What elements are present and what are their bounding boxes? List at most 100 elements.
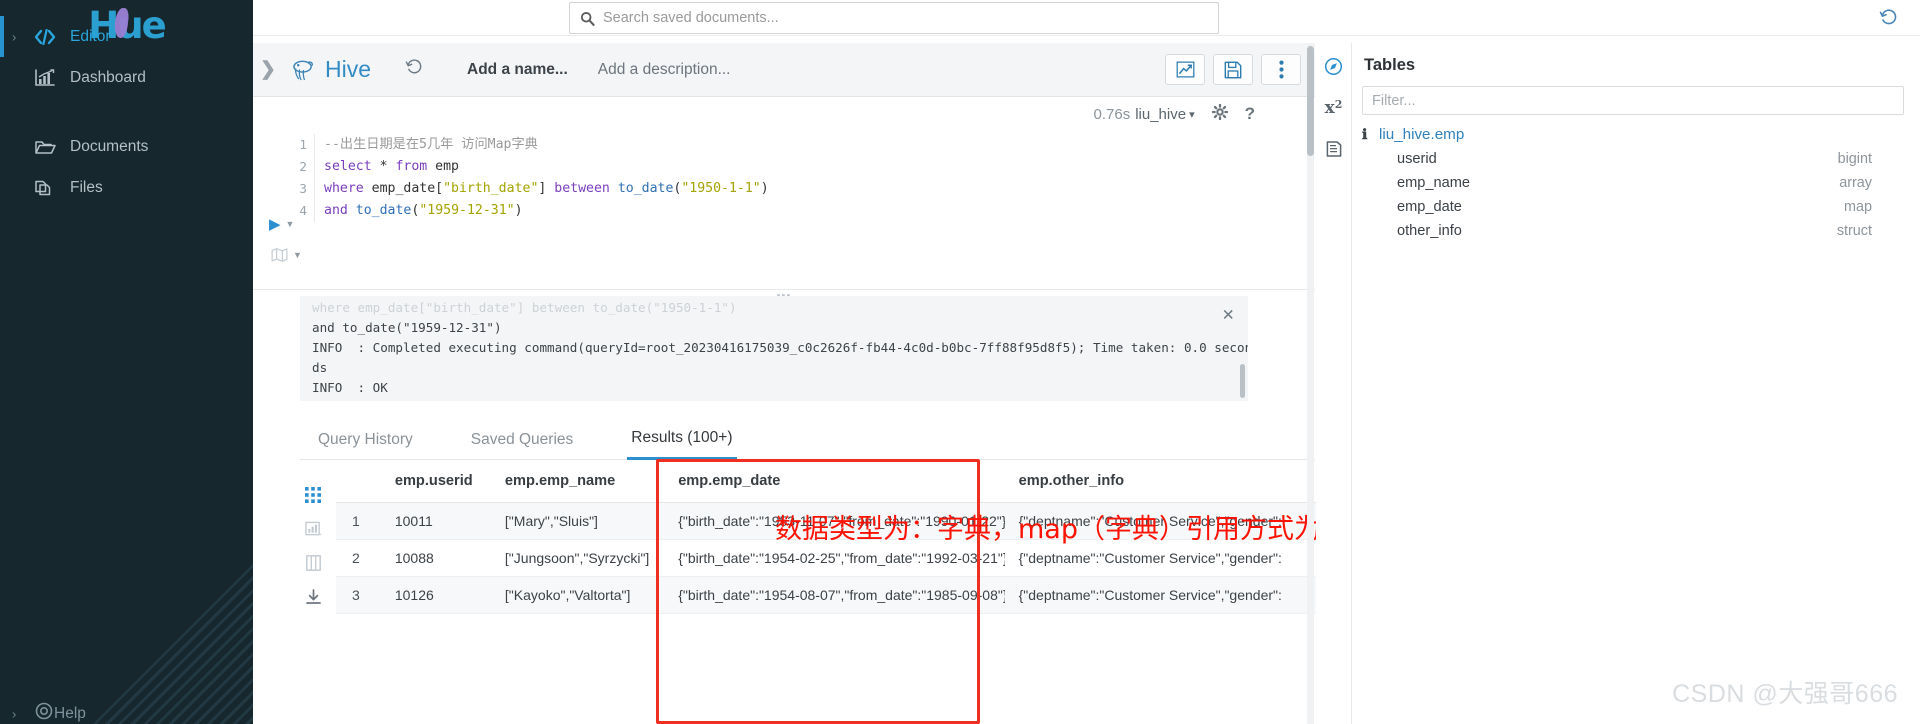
sidebar-item-label: Documents: [70, 137, 149, 155]
cell-n: 3: [336, 576, 381, 614]
sql-line[interactable]: 3 where emp_date["birth_date"] between to…: [293, 178, 1293, 200]
collapse-sidebar-icon[interactable]: ❯: [255, 58, 281, 81]
assist-panel: Tables ℹ liu_hive.emp userid bigint emp_na…: [1352, 43, 1920, 724]
sql-line[interactable]: 1 --出生日期是在5几年 访问Map字典: [293, 134, 1293, 156]
log-line: and to_date("1959-12-31"): [312, 320, 502, 335]
assist-column-type: map: [1844, 199, 1872, 215]
functions-icon[interactable]: x2: [1325, 98, 1343, 118]
editor-header: ❯ Hive Add a name... Add a description..…: [253, 43, 1315, 97]
gear-icon[interactable]: [1211, 103, 1228, 125]
sidebar-item-label: Dashboard: [70, 68, 146, 86]
column-header-emp-emp_name[interactable]: emp.emp_name: [490, 460, 665, 503]
more-options-button[interactable]: [1261, 54, 1301, 85]
line-number: 3: [293, 178, 315, 200]
chevron-right-icon: ›: [12, 706, 17, 721]
sql-line-text: and to_date("1959-12-31"): [324, 203, 523, 218]
database-selector[interactable]: liu_hive: [1135, 106, 1186, 123]
sql-line[interactable]: 4 and to_date("1959-12-31"): [293, 200, 1293, 222]
sidebar: Hue › Editor Dashboard Documents: [0, 0, 253, 724]
log-line: ds: [312, 360, 328, 375]
assist-rail: x2: [1316, 43, 1352, 724]
assist-column-name: emp_name: [1397, 175, 1471, 191]
assist-table-entry[interactable]: ℹ liu_hive.emp: [1362, 126, 1904, 143]
assist-column-list: userid bigint emp_name array emp_date map othe…: [1362, 151, 1904, 239]
line-number: 2: [293, 156, 315, 178]
query-description-input[interactable]: Add a description...: [598, 61, 731, 79]
execute-query-button[interactable]: ▶ ▼: [269, 215, 294, 233]
chart-view-icon[interactable]: [304, 521, 322, 537]
log-scrollbar[interactable]: [1240, 364, 1245, 398]
cell-userid: 10011: [380, 502, 491, 540]
tab-results-100[interactable]: Results (100+): [627, 420, 737, 460]
sidebar-item-editor[interactable]: › Editor: [0, 16, 253, 57]
search-icon: [580, 11, 595, 26]
query-history-icon[interactable]: [405, 58, 423, 81]
sql-code-lines[interactable]: 1 --出生日期是在5几年 访问Map字典 2 select * from emp 3 w…: [293, 134, 1293, 284]
code-icon: [34, 28, 60, 45]
sidebar-item-help[interactable]: › Help: [0, 693, 253, 724]
sql-line-text: --出生日期是在5几年 访问Map字典: [324, 137, 538, 152]
column-header-emp-userid[interactable]: emp.userid: [380, 460, 491, 503]
assist-column-emp-name[interactable]: emp_name array: [1362, 175, 1904, 191]
sql-editor: ▶ ▼ ▼ 1 --出生日期是在5几年 访问Map字典 2 select * from…: [253, 130, 1315, 290]
help-circle-icon: [34, 701, 54, 724]
documentation-icon[interactable]: [1325, 140, 1343, 158]
column-header-emp-emp_date[interactable]: emp.emp_date: [664, 460, 1005, 503]
hue-editor-app: Hue › Editor Dashboard Documents: [0, 0, 1920, 724]
main-scrollbar-thumb[interactable]: [1307, 46, 1314, 156]
column-header-emp-other_info[interactable]: emp.other_info: [1004, 460, 1321, 503]
grid-view-icon[interactable]: [305, 487, 321, 503]
close-icon[interactable]: ✕: [1223, 304, 1234, 324]
save-button[interactable]: [1213, 54, 1253, 85]
sql-line-text: select * from emp: [324, 159, 459, 174]
chevron-right-icon: ›: [12, 29, 17, 44]
search-input[interactable]: [603, 10, 1208, 26]
folder-icon: [34, 138, 60, 156]
column-header-rownum[interactable]: [336, 460, 381, 503]
log-line: INFO : Completed executing command(query…: [312, 340, 1248, 355]
chart-button[interactable]: [1165, 54, 1205, 85]
chart-icon: [34, 68, 60, 87]
cell-emp-date: {"birth_date":"1954-08-07","from_date":"…: [664, 576, 1005, 614]
sidebar-item-label: Help: [54, 704, 86, 722]
assist-column-type: array: [1839, 175, 1872, 191]
assist-column-name: userid: [1397, 151, 1437, 167]
assist-column-type: struct: [1836, 223, 1872, 239]
sidebar-item-documents[interactable]: Documents: [0, 126, 253, 167]
compass-icon[interactable]: [1324, 57, 1343, 76]
assist-table-name: liu_hive.emp: [1379, 126, 1465, 143]
question-mark-icon[interactable]: ?: [1245, 104, 1255, 124]
line-number: 1: [293, 134, 315, 156]
editor-splitter[interactable]: ▪▪▪: [253, 289, 1315, 302]
assist-column-emp-date[interactable]: emp_date map: [1362, 199, 1904, 215]
query-name-input[interactable]: Add a name...: [467, 61, 568, 79]
history-icon[interactable]: [1879, 8, 1898, 33]
tab-query-history[interactable]: Query History: [314, 420, 417, 460]
editor-header-buttons: [1165, 54, 1301, 85]
chevron-down-icon[interactable]: ▾: [1189, 108, 1195, 121]
assist-column-userid[interactable]: userid bigint: [1362, 151, 1904, 167]
result-tabs: Query History Saved Queries Results (100+): [300, 420, 1315, 460]
results-table: emp.userid emp.emp_name emp.emp_date emp.ot…: [336, 460, 1321, 724]
result-view-tools: [296, 478, 330, 718]
cell-emp-name: ["Kayoko","Valtorta"]: [490, 576, 665, 614]
execution-time: 0.76s: [1093, 105, 1131, 123]
table-row[interactable]: 3 10126 ["Kayoko","Valtorta"] {"birth_date"…: [336, 576, 1321, 614]
watermark: CSDN @大强哥666: [1672, 680, 1898, 708]
sidebar-item-label: Editor: [70, 27, 111, 45]
sidebar-item-files[interactable]: Files: [0, 167, 253, 208]
global-search[interactable]: [569, 2, 1219, 34]
download-icon[interactable]: [305, 589, 321, 605]
sidebar-item-dashboard[interactable]: Dashboard: [0, 57, 253, 98]
columns-icon[interactable]: [305, 555, 321, 571]
sql-line[interactable]: 2 select * from emp: [293, 156, 1293, 178]
sql-line-text: where emp_date["birth_date"] between to_…: [324, 181, 769, 196]
cell-emp-name: ["Mary","Sluis"]: [490, 502, 665, 540]
assist-filter-input[interactable]: [1362, 86, 1904, 115]
files-icon: [34, 179, 60, 197]
cell-other-info: {"deptname":"Customer Service","gender":: [1004, 576, 1321, 614]
info-icon[interactable]: ℹ: [1362, 127, 1379, 143]
play-icon: ▶: [269, 216, 281, 233]
tab-saved-queries[interactable]: Saved Queries: [467, 420, 578, 460]
assist-column-other-info[interactable]: other_info struct: [1362, 223, 1904, 239]
